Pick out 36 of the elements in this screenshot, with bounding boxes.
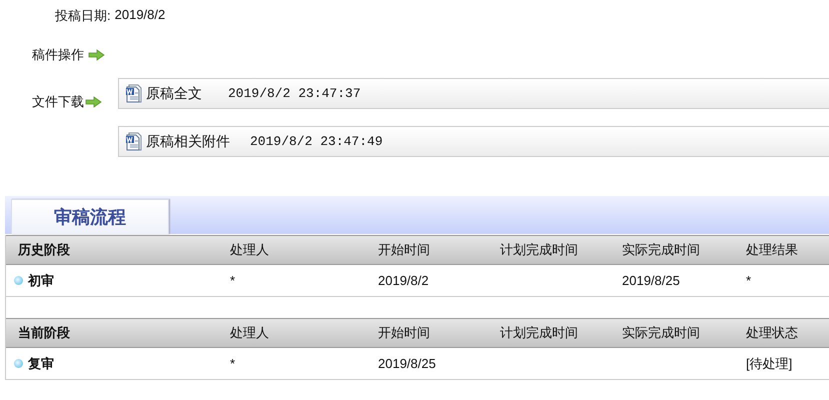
column-header: 开始时间 [378,241,431,259]
arrow-icon [88,49,105,61]
downloads-label: 文件下载 [32,93,84,111]
bullet-icon [14,359,23,368]
table-cell-text: * [230,356,236,371]
file-time: 2019/8/2 23:47:37 [228,86,361,101]
stage-name: 初审 [28,272,54,290]
column-header: 处理状态 [746,324,799,342]
column-header: 当前阶段 [17,324,71,342]
file-name[interactable]: 原稿全文 [146,84,202,102]
column-header: 实际完成时间 [622,324,701,342]
bullet-icon [14,276,23,285]
column-header: 处理人 [230,241,270,259]
column-header: 开始时间 [378,324,431,342]
stage-name: 复审 [28,354,54,372]
table-cell-text: 2019/8/2 [378,273,430,288]
date-value: 2019/8/2 [114,7,166,24]
date-label: 投稿日期: [55,7,111,25]
column-header: 计划完成时间 [500,324,579,342]
table-cell-text: [待处理] [746,354,794,372]
column-header: 实际完成时间 [622,241,701,259]
document-icon [125,132,142,151]
column-header: 处理人 [230,324,270,342]
operations-label: 稿件操作 [32,46,84,64]
column-header: 处理结果 [746,241,799,259]
column-header: 计划完成时间 [500,241,579,259]
table-cell-text: 2019/8/25 [378,356,437,371]
table-cell-text: * [230,273,236,288]
table-cell-text: * [746,273,752,288]
file-name[interactable]: 原稿相关附件 [146,132,230,150]
document-icon [125,84,142,103]
column-header: 历史阶段 [16,241,71,259]
arrow-icon [85,96,102,108]
table-cell-text: 2019/8/25 [622,273,681,288]
file-time: 2019/8/2 23:47:49 [250,134,383,149]
tab[interactable]: 审稿流程 [11,199,169,234]
